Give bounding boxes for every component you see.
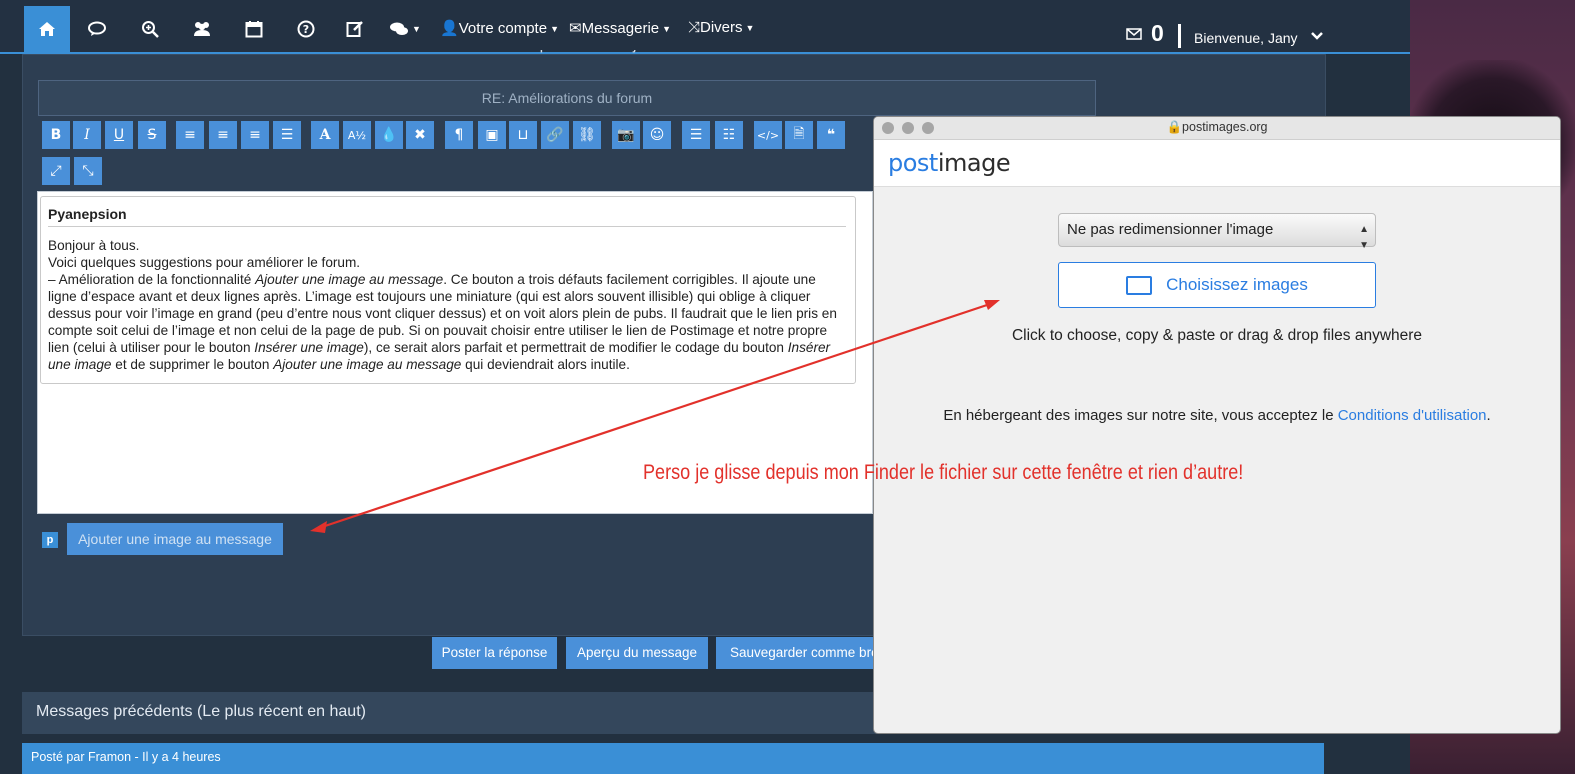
shuffle-icon: ⤨ [688,19,701,36]
comments-menu-icon[interactable]: ▼ [385,8,425,50]
home-icon[interactable] [24,6,70,52]
divider [1178,24,1181,48]
quote-line-2: Voici quelques suggestions pour améliore… [48,255,361,270]
align-center-icon[interactable]: ≡ [209,121,237,149]
image-icon[interactable]: ▣ [478,121,506,149]
unlink-icon[interactable]: ⛓ [573,121,601,149]
quote-line-1: Bonjour à tous. [48,238,140,253]
window-url: 🔒postimages.org [1166,120,1268,134]
postimage-icon: p [42,532,58,548]
top-navbar: ? ▼ 👤Votre compte ▼ ✉Messagerie ▼ ⤨Divers ▼… [0,0,1410,54]
edit-icon[interactable] [332,8,378,50]
misc-menu[interactable]: ⤨Divers ▼ [688,19,754,36]
camera-icon[interactable]: 📷 [612,121,640,149]
help-icon[interactable]: ? [283,8,329,50]
link-icon[interactable]: 🔗 [541,121,569,149]
post-meta: Posté par Framon - Il y a 4 heures [31,750,221,764]
lock-icon: 🔒 [1166,120,1183,134]
upload-hint: Click to choose, copy & paste or drag & … [1011,327,1423,344]
align-left-icon[interactable]: ≡ [176,121,204,149]
chat-bubbles-icon[interactable] [75,8,121,50]
previous-messages-title: Messages précédents (Le plus récent en h… [36,703,366,720]
justify-icon[interactable]: ☰ [273,121,301,149]
annotation-text: Perso je glisse depuis mon Finder le fic… [643,461,1244,484]
messaging-menu[interactable]: ✉Messagerie ▼ [569,19,671,37]
quote-icon[interactable]: ❝ [817,121,845,149]
numbered-list-icon[interactable]: ☷ [715,121,743,149]
postimage-logo[interactable]: postimage [888,149,1011,177]
align-right-icon[interactable]: ≡ [241,121,269,149]
calendar-icon[interactable] [231,8,277,50]
quote-author: Pyanepsion [48,206,127,222]
bullet-list-icon[interactable]: ☰ [682,121,710,149]
font-size-icon[interactable]: A½ [343,121,371,149]
paragraph-icon[interactable]: ¶ [445,121,473,149]
add-image-button[interactable]: Ajouter une image au message [67,523,283,555]
expand-icon[interactable]: ⤢ [42,157,70,185]
preview-button[interactable]: Aperçu du message [566,637,708,669]
envelope-icon: ✉ [569,20,582,37]
resize-select[interactable]: Ne pas redimensionner l'image ▲ ▼ [1058,213,1376,251]
terms-text: En hébergeant des images sur notre site,… [943,407,1491,424]
smiley-icon[interactable]: ☺ [643,121,671,149]
resize-select-value: Ne pas redimensionner l'image [1067,221,1274,238]
post-reply-button[interactable]: Poster la réponse [432,637,557,669]
messaging-label: Messagerie [581,20,660,37]
subject-input[interactable]: RE: Améliorations du forum [38,80,1096,116]
code-icon[interactable]: </> [754,121,782,149]
search-plus-icon[interactable] [127,8,173,50]
bold-button[interactable]: B [42,121,70,149]
choose-images-label: Choisissez images [1166,275,1308,294]
italic-button[interactable]: I [73,121,101,149]
quote-divider [48,226,846,227]
post-meta-bar: Posté par Framon - Il y a 4 heures [22,743,1324,774]
folder-icon [1126,276,1153,296]
svg-text:?: ? [303,23,309,36]
clear-format-icon[interactable]: ✖ [406,121,434,149]
misc-label: Divers [700,19,743,36]
underline-button[interactable]: U [105,121,133,149]
welcome-text: Bienvenue, Jany [1194,30,1298,46]
window-titlebar[interactable]: 🔒postimages.org [874,117,1560,140]
select-arrows-icon: ▲ ▼ [1359,224,1369,251]
mail-count: 0 [1151,20,1164,46]
chevron-down-icon[interactable] [1310,28,1324,44]
user-icon: 👤 [440,20,459,37]
document-icon[interactable]: 🗎 [785,121,813,149]
choose-images-button[interactable]: Choisissez images [1058,262,1376,308]
quote-paragraph: – Amélioration de la fonctionnalité Ajou… [48,272,837,372]
strikethrough-button[interactable]: S [138,121,166,149]
mail-icon[interactable] [1126,27,1142,44]
color-drop-icon[interactable]: 💧 [375,121,403,149]
users-icon[interactable] [179,8,225,50]
account-label: Votre compte [458,20,548,37]
font-icon[interactable]: A [311,121,339,149]
inbox-icon[interactable]: ⊔ [509,121,537,149]
compress-icon[interactable]: ⤡ [74,157,102,185]
postimage-window: 🔒postimages.org postimage Ne pas redimen… [873,116,1561,734]
terms-link[interactable]: Conditions d'utilisation [1338,407,1487,424]
quote-body: Bonjour à tous. Voici quelques suggestio… [48,237,848,373]
account-menu[interactable]: 👤Votre compte ▼ [440,19,559,37]
